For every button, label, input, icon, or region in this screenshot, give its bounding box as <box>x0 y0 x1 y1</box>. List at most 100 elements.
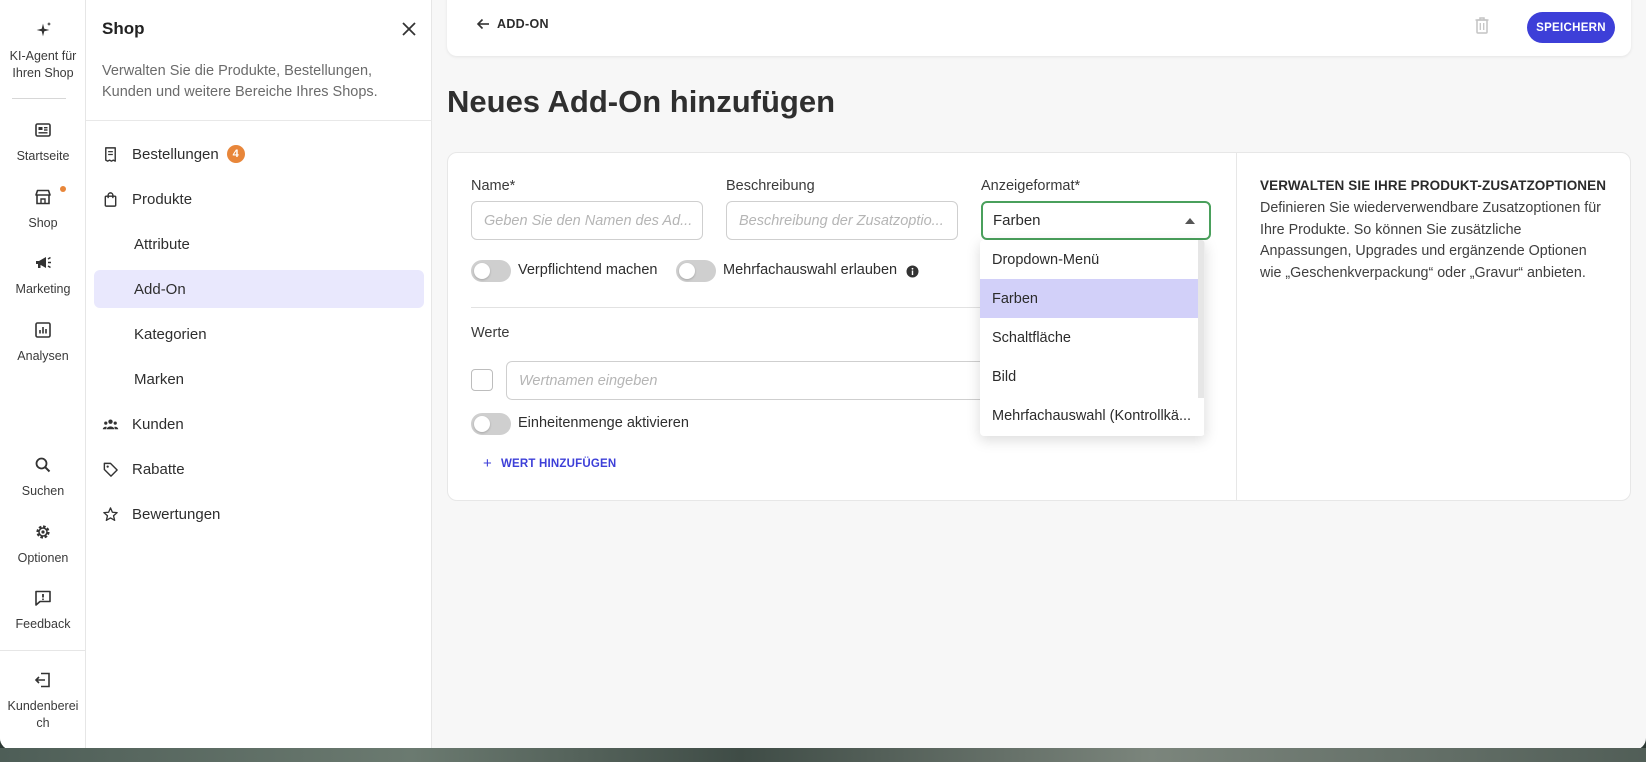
rail-item-label: Analysen <box>17 349 69 363</box>
values-label: Werte <box>471 325 510 341</box>
shop-notification-dot <box>60 186 66 192</box>
form-divider <box>471 307 981 308</box>
nav-item-label: Rabatte <box>132 460 185 478</box>
left-rail: KI-Agent für Ihren Shop Startseite Shop … <box>0 0 86 750</box>
nav-item-label: Bestellungen <box>132 145 219 163</box>
store-icon <box>0 187 86 211</box>
nav-item-label: Produkte <box>132 190 193 208</box>
receipt-icon <box>102 146 124 163</box>
nav-item-label: Kunden <box>132 415 184 433</box>
dropdown-option[interactable]: Bild <box>980 357 1204 396</box>
feedback-icon <box>0 588 86 612</box>
rail-item-shop[interactable]: Shop <box>0 187 86 232</box>
value-checkbox[interactable] <box>471 369 493 391</box>
dropdown-scrollbar-thumb[interactable] <box>1198 240 1204 398</box>
dropdown-option-selected[interactable]: Farben <box>980 279 1204 318</box>
top-bar: ADD-ON SPEICHERN <box>447 0 1631 56</box>
rail-item-label: Startseite <box>16 149 70 163</box>
rail-item-feedback[interactable]: Feedback <box>0 588 86 633</box>
rail-customer-area-label: Kundenbereich <box>7 699 79 730</box>
rail-item-optionen[interactable]: Optionen <box>0 522 86 567</box>
card-divider <box>1236 153 1237 500</box>
nav-item-customers[interactable]: Kunden <box>94 405 424 443</box>
orders-count-badge: 4 <box>226 145 245 163</box>
nav-item-attributes[interactable]: Attribute <box>94 225 424 263</box>
rail-item-label: Optionen <box>17 551 69 565</box>
rail-item-marketing[interactable]: Marketing <box>0 253 86 298</box>
value-name-input[interactable]: Wertnamen eingeben <box>506 361 996 400</box>
dropdown-option[interactable]: Mehrfachauswahl (Kontrollkä... <box>980 396 1204 435</box>
multi-select-toggle[interactable] <box>676 260 716 282</box>
rail-ai-agent-label: KI-Agent für Ihren Shop <box>9 49 77 80</box>
rail-item-customer-area[interactable]: Kundenbereich <box>0 670 86 732</box>
panel-description: Verwalten Sie die Produkte, Bestellungen… <box>102 63 378 100</box>
back-button[interactable]: ADD-ON <box>475 16 549 32</box>
nav-item-label: Add-On <box>134 280 186 298</box>
chart-icon <box>0 320 86 344</box>
dashboard-icon <box>0 120 86 144</box>
format-dropdown: Dropdown-Menü Farben Schaltfläche Bild M… <box>980 240 1205 436</box>
save-button[interactable]: SPEICHERN <box>1527 12 1615 43</box>
rail-divider <box>12 98 66 99</box>
dropdown-option[interactable]: Dropdown-Menü <box>980 240 1204 279</box>
rail-item-label: Marketing <box>15 282 71 296</box>
desktop-background <box>0 748 1646 762</box>
rail-item-label: Suchen <box>21 484 65 498</box>
rail-item-startseite[interactable]: Startseite <box>0 120 86 165</box>
nav-item-brands[interactable]: Marken <box>94 360 424 398</box>
panel-title: Shop <box>102 19 145 38</box>
info-icon[interactable] <box>906 265 919 278</box>
nav-item-discounts[interactable]: Rabatte <box>94 450 424 488</box>
description-input[interactable]: Beschreibung der Zusatzoptio... <box>726 201 958 240</box>
shopping-bag-icon <box>102 191 124 208</box>
nav-item-products[interactable]: Produkte <box>94 180 424 218</box>
sparkle-icon <box>0 20 86 44</box>
rail-item-label: Feedback <box>15 617 71 631</box>
logout-icon <box>0 670 86 694</box>
close-icon[interactable] <box>398 18 420 40</box>
format-label: Anzeigeformat* <box>981 178 1081 194</box>
gear-icon <box>0 522 86 546</box>
required-toggle[interactable] <box>471 260 511 282</box>
search-icon <box>0 455 86 479</box>
shop-panel: Shop Verwalten Sie die Produkte, Bestell… <box>86 0 432 750</box>
dropdown-scrollbar-track <box>1204 240 1205 436</box>
page-title: Neues Add-On hinzufügen <box>447 84 836 119</box>
add-value-label: WERT HINZUFÜGEN <box>500 457 617 470</box>
nav-item-label: Marken <box>134 370 185 388</box>
megaphone-icon <box>0 253 86 277</box>
star-icon <box>102 506 124 523</box>
unit-quantity-toggle[interactable] <box>471 413 511 435</box>
name-input[interactable]: Geben Sie den Namen des Ad... <box>471 201 703 240</box>
caret-up-icon <box>1185 218 1195 224</box>
arrow-left-icon <box>476 18 489 30</box>
rail-item-analysen[interactable]: Analysen <box>0 320 86 365</box>
nav-item-label: Attribute <box>134 235 190 253</box>
name-label: Name* <box>471 178 516 194</box>
nav-item-label: Kategorien <box>134 325 207 343</box>
app-window: KI-Agent für Ihren Shop Startseite Shop … <box>0 0 1646 750</box>
required-toggle-label: Verpflichtend machen <box>518 262 658 278</box>
dropdown-option[interactable]: Schaltfläche <box>980 318 1204 357</box>
multi-select-toggle-label: Mehrfachauswahl erlauben <box>723 262 898 278</box>
nav-item-label: Bewertungen <box>132 505 221 523</box>
nav-item-addon[interactable]: Add-On <box>94 270 424 308</box>
panel-divider <box>86 120 432 121</box>
format-select[interactable]: Farben <box>981 201 1211 240</box>
rail-item-label: Shop <box>28 216 58 230</box>
rail-bottom-divider <box>0 650 86 651</box>
rail-item-suchen[interactable]: Suchen <box>0 455 86 500</box>
trash-icon[interactable] <box>1471 14 1493 36</box>
nav-item-orders[interactable]: Bestellungen 4 <box>94 135 424 173</box>
description-label: Beschreibung <box>726 178 815 194</box>
people-icon <box>102 416 124 433</box>
plus-icon: + <box>483 455 492 472</box>
format-select-value: Farben <box>993 212 1041 229</box>
add-value-button[interactable]: + WERT HINZUFÜGEN <box>483 455 616 472</box>
help-text: Definieren Sie wiederverwendbare Zusatzo… <box>1260 200 1601 281</box>
nav-item-categories[interactable]: Kategorien <box>94 315 424 353</box>
nav-item-reviews[interactable]: Bewertungen <box>94 495 424 533</box>
rail-ai-agent[interactable]: KI-Agent für Ihren Shop <box>0 20 86 82</box>
tag-icon <box>102 461 124 478</box>
unit-quantity-toggle-label: Einheitenmenge aktivieren <box>518 415 689 431</box>
